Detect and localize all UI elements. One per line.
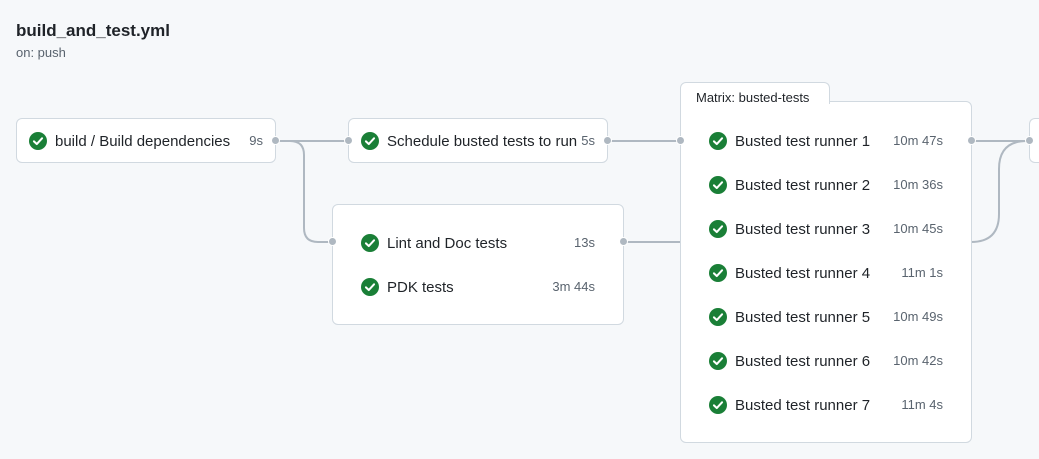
job-name: Busted test runner 5 xyxy=(735,308,871,326)
port-matrix-out xyxy=(967,136,976,145)
job-name: Busted test runner 6 xyxy=(735,352,871,370)
job-name: Schedule busted tests to run xyxy=(387,132,578,150)
matrix-card: Busted test runner 1 10m 47s Busted test… xyxy=(680,101,972,443)
check-circle-icon xyxy=(709,352,727,370)
job-name: Lint and Doc tests xyxy=(387,234,508,252)
job-duration: 9s xyxy=(249,133,263,148)
job-duration: 10m 42s xyxy=(893,353,943,368)
job-duration: 3m 44s xyxy=(552,279,595,294)
connector-build-to-lint xyxy=(280,140,335,243)
job-duration: 10m 45s xyxy=(893,221,943,236)
port-schedule-in xyxy=(344,136,353,145)
job-card-lint-group: Lint and Doc tests 13s PDK tests 3m 44s xyxy=(332,204,624,325)
job-card-schedule[interactable]: Schedule busted tests to run 5s xyxy=(348,118,608,163)
check-circle-icon xyxy=(709,264,727,282)
job-duration: 10m 36s xyxy=(893,177,943,192)
job-name: Busted test runner 7 xyxy=(735,396,871,414)
port-lint-in xyxy=(328,237,337,246)
job-name: Busted test runner 2 xyxy=(735,176,871,194)
job-duration: 13s xyxy=(574,235,595,250)
port-schedule-out xyxy=(603,136,612,145)
job-schedule[interactable]: Schedule busted tests to run 5s xyxy=(361,130,595,152)
check-circle-icon xyxy=(361,132,379,150)
check-circle-icon xyxy=(709,132,727,150)
job-busted-runner-5[interactable]: Busted test runner 5 10m 49s xyxy=(709,306,943,328)
job-lint-doc[interactable]: Lint and Doc tests 13s xyxy=(361,232,595,254)
job-busted-runner-6[interactable]: Busted test runner 6 10m 42s xyxy=(709,350,943,372)
check-circle-icon xyxy=(709,176,727,194)
port-build-out xyxy=(271,136,280,145)
job-build[interactable]: build / Build dependencies 9s xyxy=(29,130,263,152)
check-circle-icon xyxy=(709,220,727,238)
job-busted-runner-3[interactable]: Busted test runner 3 10m 45s xyxy=(709,218,943,240)
port-matrix-in xyxy=(676,136,685,145)
job-duration: 11m 1s xyxy=(901,265,943,280)
job-name: Busted test runner 1 xyxy=(735,132,871,150)
job-name: PDK tests xyxy=(387,278,454,296)
check-circle-icon xyxy=(709,396,727,414)
job-duration: 10m 47s xyxy=(893,133,943,148)
job-name: Busted test runner 3 xyxy=(735,220,871,238)
job-pdk[interactable]: PDK tests 3m 44s xyxy=(361,276,595,298)
job-name: build / Build dependencies xyxy=(55,132,231,150)
job-card-build[interactable]: build / Build dependencies 9s xyxy=(16,118,276,163)
port-lint-out xyxy=(619,237,628,246)
check-circle-icon xyxy=(361,234,379,252)
connector-matrix-to-next-lower xyxy=(970,140,1028,243)
job-name: Busted test runner 4 xyxy=(735,264,871,282)
check-circle-icon xyxy=(361,278,379,296)
job-duration: 10m 49s xyxy=(893,309,943,324)
job-busted-runner-1[interactable]: Busted test runner 1 10m 47s xyxy=(709,130,943,152)
job-busted-runner-7[interactable]: Busted test runner 7 11m 4s xyxy=(709,394,943,416)
check-circle-icon xyxy=(29,132,47,150)
job-busted-runner-4[interactable]: Busted test runner 4 11m 1s xyxy=(709,262,943,284)
matrix-label: Matrix: busted-tests xyxy=(680,82,830,105)
check-circle-icon xyxy=(709,308,727,326)
job-busted-runner-2[interactable]: Busted test runner 2 10m 36s xyxy=(709,174,943,196)
job-duration: 5s xyxy=(581,133,595,148)
port-next-in xyxy=(1025,136,1034,145)
job-duration: 11m 4s xyxy=(901,397,943,412)
